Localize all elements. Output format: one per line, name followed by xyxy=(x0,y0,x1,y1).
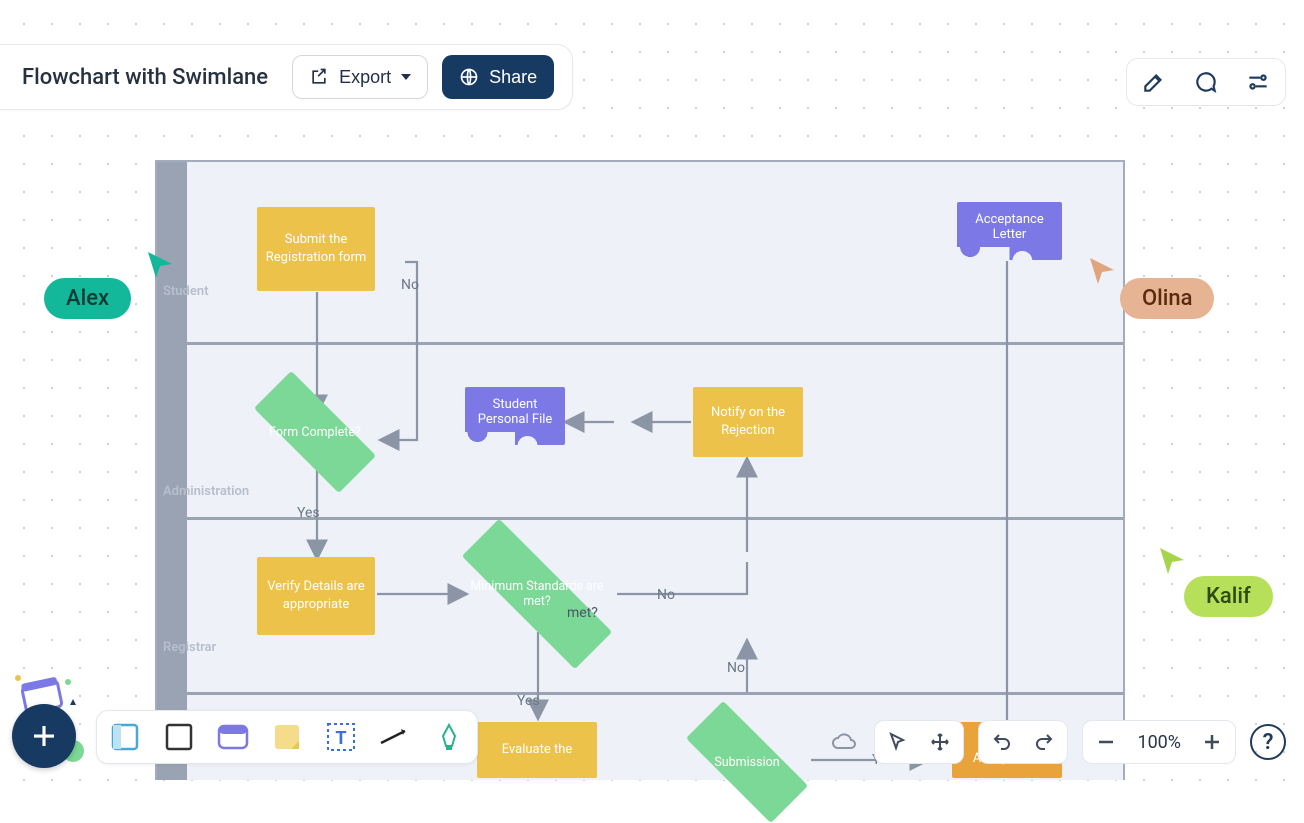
overlay-met-label: met? xyxy=(567,605,598,621)
cursor-icon-kalif xyxy=(1156,544,1190,578)
undo-icon xyxy=(991,731,1013,753)
chevron-down-icon xyxy=(401,74,411,80)
collaborator-name: Kalif xyxy=(1206,584,1251,609)
cloud-sync-button[interactable] xyxy=(830,727,860,757)
edge-label-no: No xyxy=(727,660,745,676)
lane-label-registrar: Registrar xyxy=(163,640,216,655)
cloud-icon xyxy=(830,730,860,754)
node-text: Notify on the Rejection xyxy=(701,404,795,439)
edge-label-yes: Yes xyxy=(517,693,540,709)
share-label: Share xyxy=(489,67,537,88)
palette-text[interactable]: T xyxy=(323,719,359,755)
node-submit-form[interactable]: Submit the Registration form xyxy=(257,207,375,291)
node-text: Acceptance Letter xyxy=(975,212,1044,242)
node-text: Evaluate the xyxy=(502,741,573,759)
plus-icon xyxy=(1202,732,1222,752)
comment-icon xyxy=(1193,69,1219,95)
edge-label-no: No xyxy=(657,587,675,603)
export-label: Export xyxy=(339,67,391,88)
node-text: Submit the Registration form xyxy=(265,231,367,266)
lane-label-administration: Administration xyxy=(163,484,249,499)
card-icon xyxy=(217,724,249,750)
node-verify-details[interactable]: Verify Details are appropriate xyxy=(257,557,375,635)
cursor-icon-alex xyxy=(144,248,178,282)
node-text: Student Personal File xyxy=(478,397,553,427)
add-fab[interactable] xyxy=(12,704,76,768)
palette-marker[interactable] xyxy=(431,719,467,755)
export-icon xyxy=(309,67,329,87)
node-text: Form Complete? xyxy=(265,425,365,440)
node-student-file[interactable]: Student Personal File xyxy=(465,387,565,445)
collaborator-name: Alex xyxy=(66,286,109,311)
top-right-toolbar xyxy=(1126,58,1286,106)
rectangle-icon xyxy=(164,722,194,752)
zoom-level[interactable]: 100% xyxy=(1133,732,1185,753)
arrow-icon xyxy=(379,727,411,747)
collaborator-pill-kalif: Kalif xyxy=(1184,576,1273,617)
lane-divider xyxy=(157,342,1123,345)
pointer-icon xyxy=(887,731,909,753)
node-notify-rejection[interactable]: Notify on the Rejection xyxy=(693,387,803,457)
zoom-group: 100% xyxy=(1082,720,1236,764)
node-evaluate[interactable]: Evaluate the xyxy=(477,722,597,778)
node-text: Submission xyxy=(697,755,797,770)
document-title[interactable]: Flowchart with Swimlane xyxy=(22,65,268,90)
node-min-standards[interactable]: Minimum Standards are met? xyxy=(447,554,627,634)
move-icon xyxy=(929,731,951,753)
lane-divider xyxy=(157,692,1123,695)
marker-icon xyxy=(437,722,461,752)
node-submission[interactable]: Submission xyxy=(687,722,807,802)
collaborator-pill-olina: Olina xyxy=(1120,278,1214,319)
edge-label-yes: Yes xyxy=(297,505,320,521)
shape-palette: T xyxy=(96,710,478,764)
node-form-complete[interactable]: Form Complete? xyxy=(255,392,375,472)
select-tool[interactable] xyxy=(883,727,913,757)
title-toolbar: Flowchart with Swimlane Export Share xyxy=(0,44,573,110)
sticky-note-icon xyxy=(273,723,301,751)
palette-sticky[interactable] xyxy=(269,719,305,755)
share-button[interactable]: Share xyxy=(442,55,554,99)
node-text: Verify Details are appropriate xyxy=(265,578,367,613)
settings-button[interactable] xyxy=(1241,65,1275,99)
text-icon: T xyxy=(326,722,356,752)
globe-icon xyxy=(459,67,479,87)
undo-button[interactable] xyxy=(987,727,1017,757)
frame-icon xyxy=(110,722,140,752)
question-icon: ? xyxy=(1263,730,1274,755)
redo-icon xyxy=(1033,731,1055,753)
bottom-right-controls: 100% ? xyxy=(830,720,1286,764)
palette-card[interactable] xyxy=(215,719,251,755)
swimlane-canvas[interactable]: Student Administration Registrar Submit … xyxy=(155,160,1125,780)
history-group xyxy=(978,720,1068,764)
palette-rectangle[interactable] xyxy=(161,719,197,755)
edit-icon xyxy=(1141,69,1167,95)
svg-text:T: T xyxy=(335,728,346,749)
plus-icon xyxy=(29,721,59,751)
node-acceptance-letter[interactable]: Acceptance Letter xyxy=(957,202,1062,260)
palette-arrow[interactable] xyxy=(377,719,413,755)
help-button[interactable]: ? xyxy=(1250,724,1286,760)
collaborator-pill-alex: Alex xyxy=(44,278,131,319)
edge-label-no: No xyxy=(401,277,419,293)
collaborator-name: Olina xyxy=(1142,286,1192,311)
comment-button[interactable] xyxy=(1189,65,1223,99)
minus-icon xyxy=(1096,732,1116,752)
sliders-icon xyxy=(1245,69,1271,95)
pointer-mode-group xyxy=(874,720,964,764)
edit-button[interactable] xyxy=(1137,65,1171,99)
cursor-icon-olina xyxy=(1086,254,1120,288)
export-button[interactable]: Export xyxy=(292,55,428,99)
palette-frame[interactable] xyxy=(107,719,143,755)
pan-tool[interactable] xyxy=(925,727,955,757)
redo-button[interactable] xyxy=(1029,727,1059,757)
zoom-out-button[interactable] xyxy=(1091,727,1121,757)
zoom-in-button[interactable] xyxy=(1197,727,1227,757)
